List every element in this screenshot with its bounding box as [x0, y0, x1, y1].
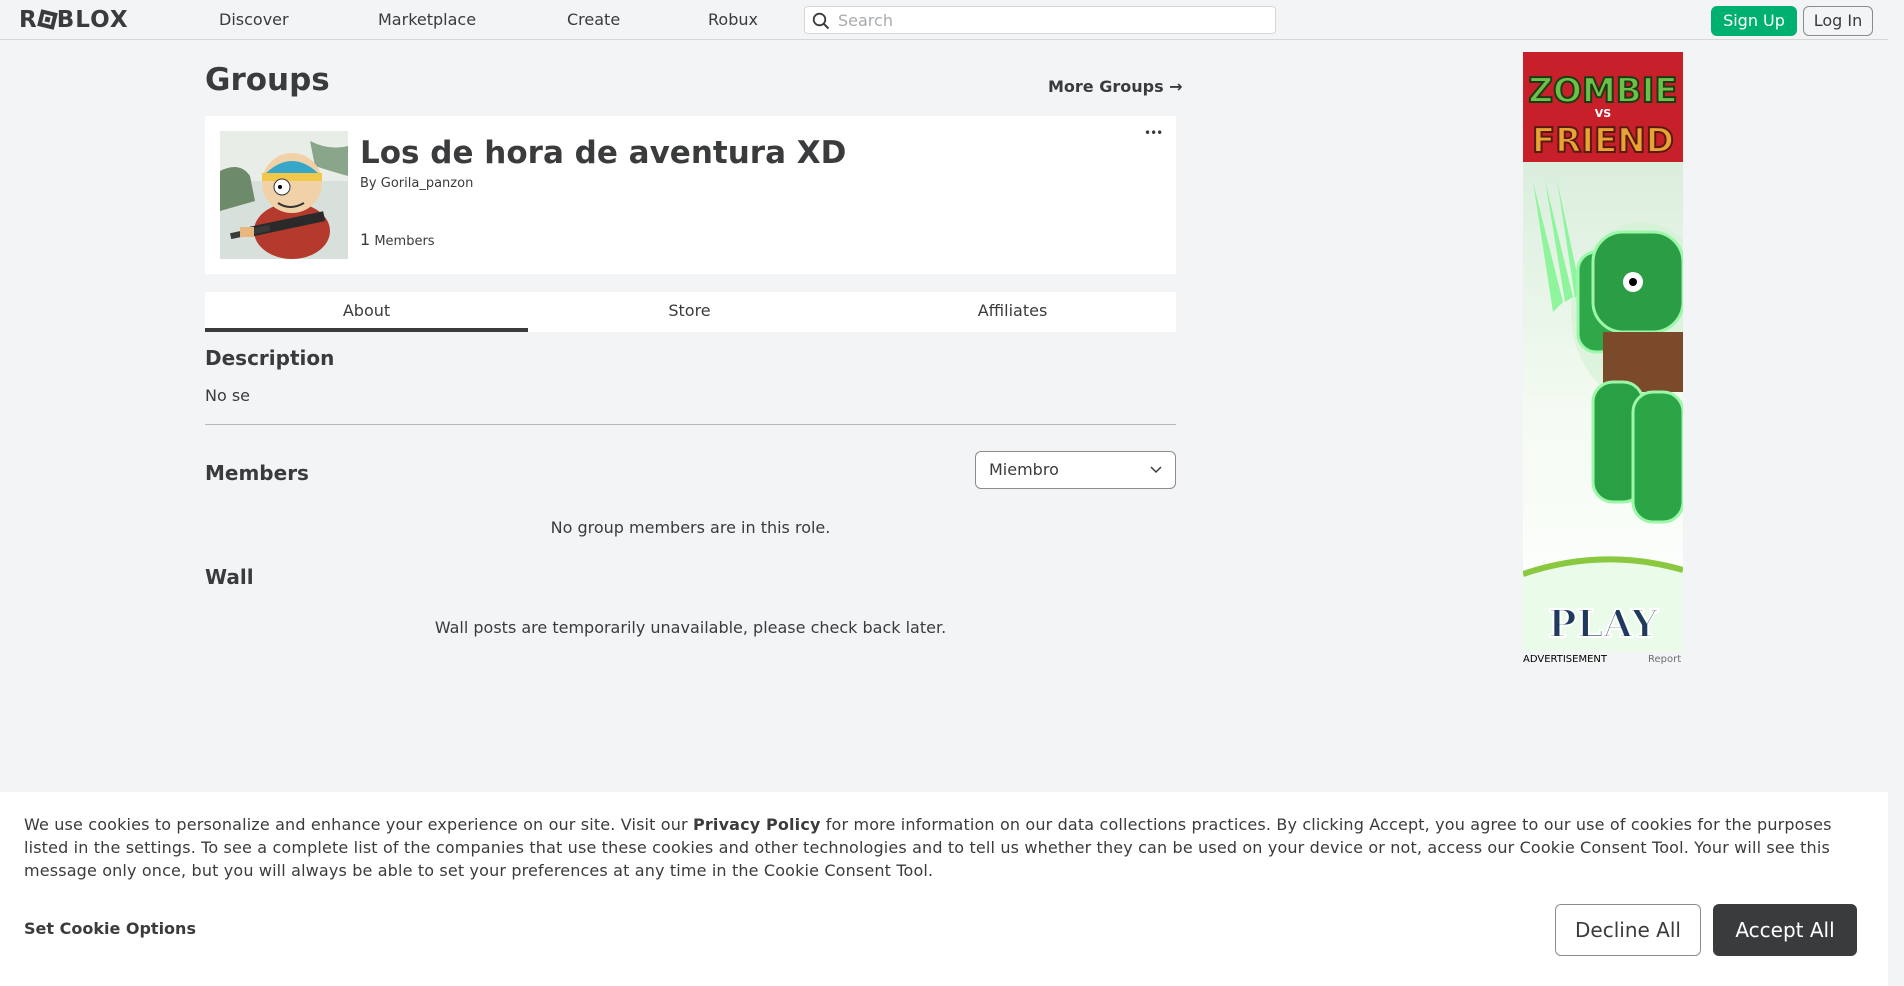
role-selected-value: Miembro — [989, 460, 1059, 479]
search-box[interactable] — [804, 6, 1276, 34]
cookie-text-before: We use cookies to personalize and enhanc… — [24, 815, 694, 834]
ad-title-top: ZOMBIE — [1528, 71, 1677, 111]
nav-create[interactable]: Create — [567, 0, 620, 40]
nav-discover[interactable]: Discover — [219, 0, 289, 40]
owner-link[interactable]: Gorila_panzon — [381, 176, 474, 191]
member-count-label: Members — [374, 234, 435, 249]
group-owner: By Gorila_panzon — [360, 176, 473, 191]
advertisement-label: ADVERTISEMENT — [1523, 654, 1608, 665]
group-emblem-image — [220, 131, 348, 259]
cookie-message: We use cookies to personalize and enhanc… — [24, 813, 1864, 882]
description-heading: Description — [205, 346, 335, 370]
ad-title-mid: VS — [1595, 107, 1612, 120]
advertisement-banner[interactable]: ZOMBIE VS FRIEND PLAY — [1523, 52, 1683, 652]
tab-store[interactable]: Store — [528, 292, 851, 332]
more-options-icon[interactable]: ••• — [1144, 127, 1163, 139]
no-members-message: No group members are in this role. — [550, 518, 831, 537]
nav-marketplace[interactable]: Marketplace — [378, 0, 476, 40]
report-ad-link[interactable]: Report — [1648, 654, 1681, 665]
wall-unavailable-message: Wall posts are temporarily unavailable, … — [434, 618, 947, 637]
chevron-down-icon — [1150, 466, 1162, 474]
search-input[interactable] — [838, 9, 1268, 31]
tab-affiliates[interactable]: Affiliates — [851, 292, 1174, 332]
sign-up-button[interactable]: Sign Up — [1711, 6, 1797, 36]
group-name: Los de hora de aventura XD — [360, 135, 847, 171]
privacy-policy-link[interactable]: Privacy Policy — [693, 815, 821, 834]
member-count: 1 Members — [360, 230, 435, 249]
tab-about[interactable]: About — [205, 292, 528, 332]
ad-title-bottom: FRIEND — [1532, 121, 1674, 161]
more-groups-link[interactable]: More Groups → — [1048, 77, 1183, 96]
section-divider — [205, 424, 1176, 425]
top-navigation-bar: R BLOX Discover Marketplace Create Robux … — [0, 0, 1888, 40]
roblox-logo[interactable]: R BLOX — [19, 6, 129, 34]
members-heading: Members — [205, 461, 309, 485]
description-text: No se — [205, 386, 251, 405]
page-title: Groups — [205, 62, 330, 98]
role-dropdown[interactable]: Miembro — [975, 451, 1176, 489]
group-tabs: About Store Affiliates — [205, 292, 1176, 332]
member-count-value: 1 — [360, 230, 371, 249]
nav-robux[interactable]: Robux — [708, 0, 758, 40]
cookie-consent-banner: We use cookies to personalize and enhanc… — [0, 792, 1888, 986]
ad-play-text: PLAY — [1548, 601, 1659, 646]
wall-heading: Wall — [205, 565, 254, 589]
ad-artwork: ZOMBIE VS FRIEND PLAY — [1523, 52, 1683, 652]
owner-prefix: By — [360, 176, 377, 191]
log-in-button[interactable]: Log In — [1803, 6, 1873, 36]
group-header-card: Los de hora de aventura XD By Gorila_pan… — [205, 116, 1176, 274]
search-icon — [812, 12, 830, 30]
decline-all-button[interactable]: Decline All — [1555, 904, 1701, 956]
set-cookie-options-button[interactable]: Set Cookie Options — [24, 919, 196, 938]
page-scrollbar[interactable] — [1888, 0, 1904, 986]
accept-all-button[interactable]: Accept All — [1713, 904, 1857, 956]
